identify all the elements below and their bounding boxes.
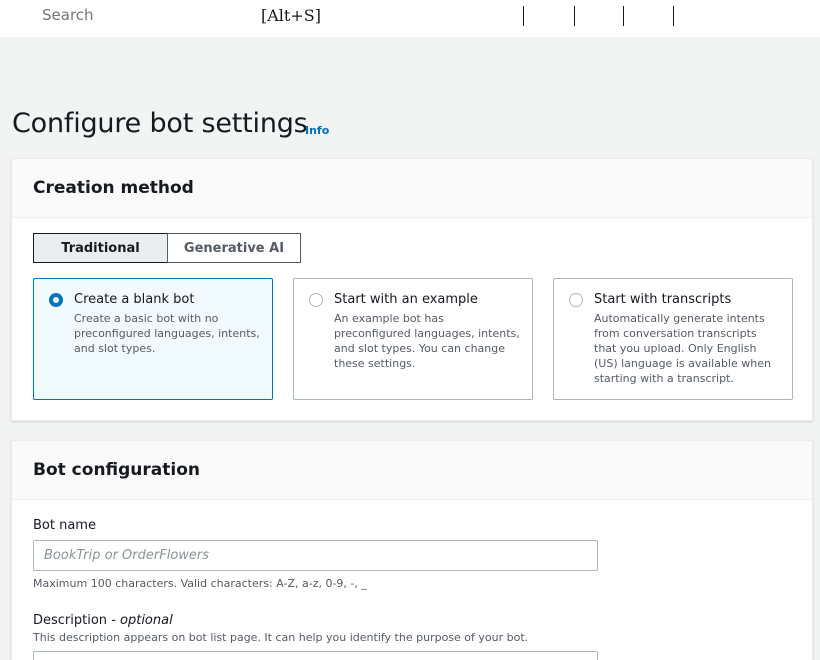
top-navigation-bar: [Alt+S] <box>0 0 820 37</box>
creation-type-segmented-control: Traditional Generative AI <box>33 233 301 263</box>
radio-button-selected[interactable] <box>49 293 63 307</box>
optional-marker: - optional <box>111 613 173 628</box>
nav-divider <box>574 6 575 26</box>
option-description: Create a basic bot with no preconfigured… <box>74 312 260 355</box>
bot-name-constraint: Maximum 100 characters. Valid characters… <box>33 577 367 590</box>
option-start-with-transcripts[interactable]: Start with transcripts Automatically gen… <box>553 278 793 400</box>
radio-button[interactable] <box>309 293 323 307</box>
search-shortcut-hint: [Alt+S] <box>261 6 321 25</box>
option-title: Start with transcripts <box>594 292 732 307</box>
creation-method-title: Creation method <box>33 178 194 198</box>
bot-name-input[interactable] <box>33 540 598 571</box>
nav-divider <box>623 6 624 26</box>
bot-configuration-title: Bot configuration <box>33 460 201 480</box>
description-label: Description - optional <box>33 613 173 628</box>
nav-divider <box>523 6 524 26</box>
bot-configuration-header: Bot configuration <box>12 441 812 500</box>
bot-configuration-panel: Bot configuration Bot name Maximum 100 c… <box>11 440 813 660</box>
radio-button[interactable] <box>569 293 583 307</box>
info-link[interactable]: Info <box>305 124 329 137</box>
option-start-with-example[interactable]: Start with an example An example bot has… <box>293 278 533 400</box>
description-input[interactable] <box>33 651 598 660</box>
option-title: Create a blank bot <box>74 292 195 307</box>
option-description: An example bot has preconfigured languag… <box>334 312 520 370</box>
tab-generative-ai[interactable]: Generative AI <box>167 233 301 263</box>
search-input[interactable] <box>42 6 242 24</box>
description-help: This description appears on bot list pag… <box>33 631 529 644</box>
creation-method-panel: Creation method Traditional Generative A… <box>11 158 813 421</box>
option-description: Automatically generate intents from conv… <box>594 312 771 385</box>
creation-method-header: Creation method <box>12 159 812 218</box>
bot-name-label: Bot name <box>33 518 96 533</box>
description-label-text: Description <box>33 613 108 628</box>
option-title: Start with an example <box>334 292 478 307</box>
tab-traditional[interactable]: Traditional <box>33 233 167 263</box>
page-title: Configure bot settings <box>12 108 308 139</box>
nav-divider <box>673 6 674 26</box>
option-create-blank-bot[interactable]: Create a blank bot Create a basic bot wi… <box>33 278 273 400</box>
